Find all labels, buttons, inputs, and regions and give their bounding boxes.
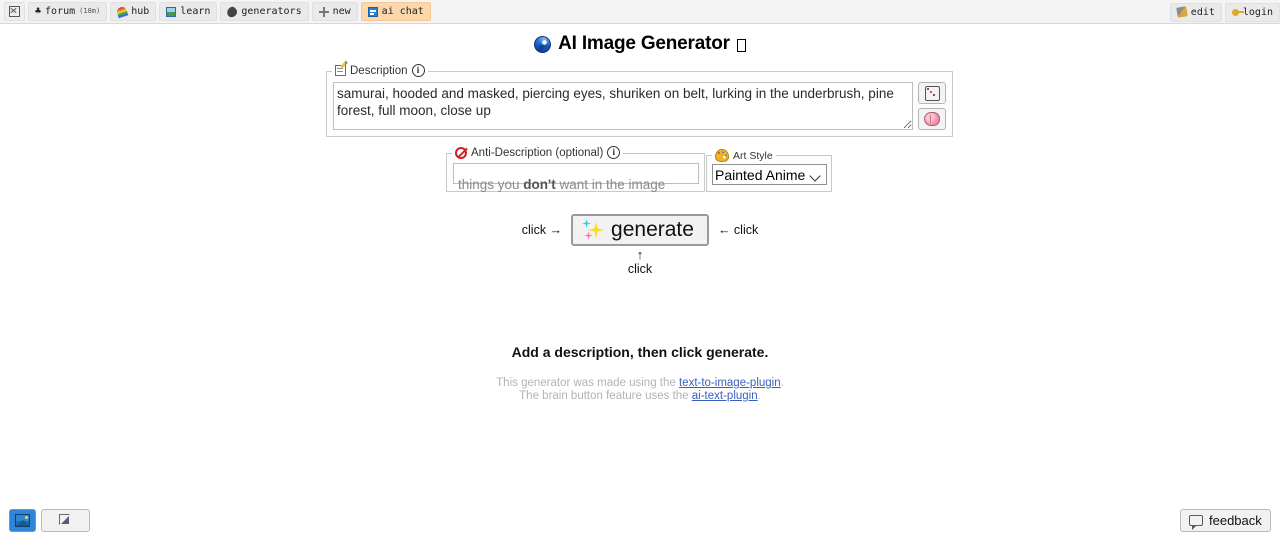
edit-icon bbox=[1176, 6, 1188, 18]
generators-icon bbox=[225, 5, 239, 18]
hint-below-group: ↑ click bbox=[0, 247, 1280, 277]
hint-below-arrow: ↑ bbox=[636, 247, 644, 262]
credits-line-2: The brain button feature uses the ai-tex… bbox=[0, 390, 1280, 403]
description-row bbox=[333, 82, 946, 130]
nav-item-new[interactable]: new bbox=[311, 2, 358, 21]
anti-description-legend: Anti-Description (optional) i bbox=[452, 146, 624, 159]
feedback-button-label: feedback bbox=[1209, 513, 1262, 528]
status-bold: generate bbox=[706, 344, 765, 360]
info-icon[interactable]: i bbox=[411, 64, 425, 77]
speech-bubble-icon bbox=[1189, 515, 1203, 530]
nav-item-home[interactable] bbox=[4, 2, 25, 21]
status-prefix: Add a description, then click bbox=[511, 344, 707, 360]
hint-right: ← click bbox=[717, 223, 759, 237]
description-legend-label: Description bbox=[350, 64, 408, 77]
ai-chat-icon bbox=[367, 6, 378, 17]
close-box-icon bbox=[9, 6, 20, 17]
nav-item-login[interactable]: login bbox=[1224, 2, 1280, 22]
nav-item-hub[interactable]: hub bbox=[110, 2, 157, 21]
nav-item-forum-badge: (18m) bbox=[79, 7, 101, 15]
learn-icon bbox=[166, 6, 177, 17]
generate-button[interactable]: generate bbox=[571, 214, 709, 246]
description-panel: Description i bbox=[326, 64, 953, 137]
image-tool-button[interactable] bbox=[9, 509, 36, 532]
note-pencil-icon bbox=[335, 65, 346, 76]
description-legend: Description i bbox=[332, 64, 428, 77]
nav-right-group: edit login bbox=[1169, 0, 1280, 24]
nav-item-learn[interactable]: learn bbox=[159, 2, 218, 21]
nav-item-forum[interactable]: ♣ forum (18m) bbox=[28, 2, 108, 21]
description-side-buttons bbox=[918, 82, 946, 130]
nav-item-ai-chat-label: ai chat bbox=[381, 6, 424, 17]
info-icon[interactable]: i bbox=[607, 146, 621, 159]
credits-line1-suffix: . bbox=[780, 377, 784, 389]
nav-item-learn-label: learn bbox=[180, 6, 211, 17]
brain-enhance-button[interactable] bbox=[918, 108, 946, 130]
ai-text-plugin-link[interactable]: ai-text-plugin bbox=[692, 390, 758, 402]
photo-icon bbox=[15, 514, 30, 527]
art-style-panel: Art Style Painted Anime bbox=[706, 149, 832, 192]
nav-item-edit-label: edit bbox=[1190, 6, 1215, 18]
top-navigation-bar: ♣ forum (18m) hub learn generators new a… bbox=[0, 0, 1280, 24]
tofu-box-icon bbox=[736, 38, 746, 52]
nav-item-hub-label: hub bbox=[131, 6, 150, 17]
status-message: Add a description, then click generate. bbox=[0, 344, 1280, 360]
sparkles-icon bbox=[582, 219, 605, 241]
brain-icon bbox=[924, 112, 940, 126]
no-entry-icon bbox=[455, 146, 467, 159]
art-style-select-shell: Painted Anime bbox=[712, 161, 827, 185]
anti-description-panel: Anti-Description (optional) i things you… bbox=[446, 146, 705, 192]
randomize-dice-button[interactable] bbox=[918, 82, 946, 104]
generate-button-label: generate bbox=[611, 218, 694, 241]
page-title: AI Image Generator bbox=[0, 33, 1280, 55]
art-style-select[interactable]: Painted Anime bbox=[712, 164, 827, 185]
swirl-icon bbox=[534, 35, 552, 53]
key-icon bbox=[1231, 8, 1244, 16]
nav-item-generators-label: generators bbox=[241, 6, 302, 17]
dice-icon bbox=[924, 85, 940, 101]
status-suffix: . bbox=[764, 344, 769, 360]
rainbow-icon bbox=[115, 5, 129, 18]
plus-icon bbox=[318, 6, 329, 17]
nav-item-login-label: login bbox=[1242, 6, 1273, 18]
feedback-button[interactable]: feedback bbox=[1180, 509, 1271, 532]
nav-item-new-label: new bbox=[332, 6, 351, 17]
page-title-text: AI Image Generator bbox=[558, 33, 730, 54]
cursor-arrow-icon bbox=[59, 514, 72, 527]
anti-description-input[interactable] bbox=[453, 163, 699, 184]
generate-row: click → generate ← click bbox=[0, 214, 1280, 246]
anti-description-legend-label: Anti-Description (optional) bbox=[471, 146, 604, 159]
credits-line-1: This generator was made using the text-t… bbox=[0, 377, 1280, 390]
credits-line2-suffix: . bbox=[757, 390, 761, 402]
cursor-tool-button[interactable] bbox=[41, 509, 90, 532]
credits-line1-prefix: This generator was made using the bbox=[496, 377, 679, 389]
hint-below-label: click bbox=[627, 262, 653, 276]
hint-left: click → bbox=[521, 223, 563, 237]
nav-left-group: ♣ forum (18m) hub learn generators new a… bbox=[4, 2, 431, 21]
credits-block: This generator was made using the text-t… bbox=[0, 377, 1280, 403]
nav-item-edit[interactable]: edit bbox=[1169, 2, 1222, 22]
nav-item-forum-label: forum bbox=[45, 6, 76, 17]
art-style-legend-label: Art Style bbox=[733, 149, 773, 162]
nav-item-ai-chat[interactable]: ai chat bbox=[360, 2, 431, 21]
credits-line2-prefix: The brain button feature uses the bbox=[519, 390, 692, 402]
forum-icon: ♣ bbox=[35, 5, 42, 17]
description-input[interactable] bbox=[333, 82, 913, 130]
nav-item-generators[interactable]: generators bbox=[220, 2, 309, 21]
text-to-image-plugin-link[interactable]: text-to-image-plugin bbox=[679, 377, 781, 389]
